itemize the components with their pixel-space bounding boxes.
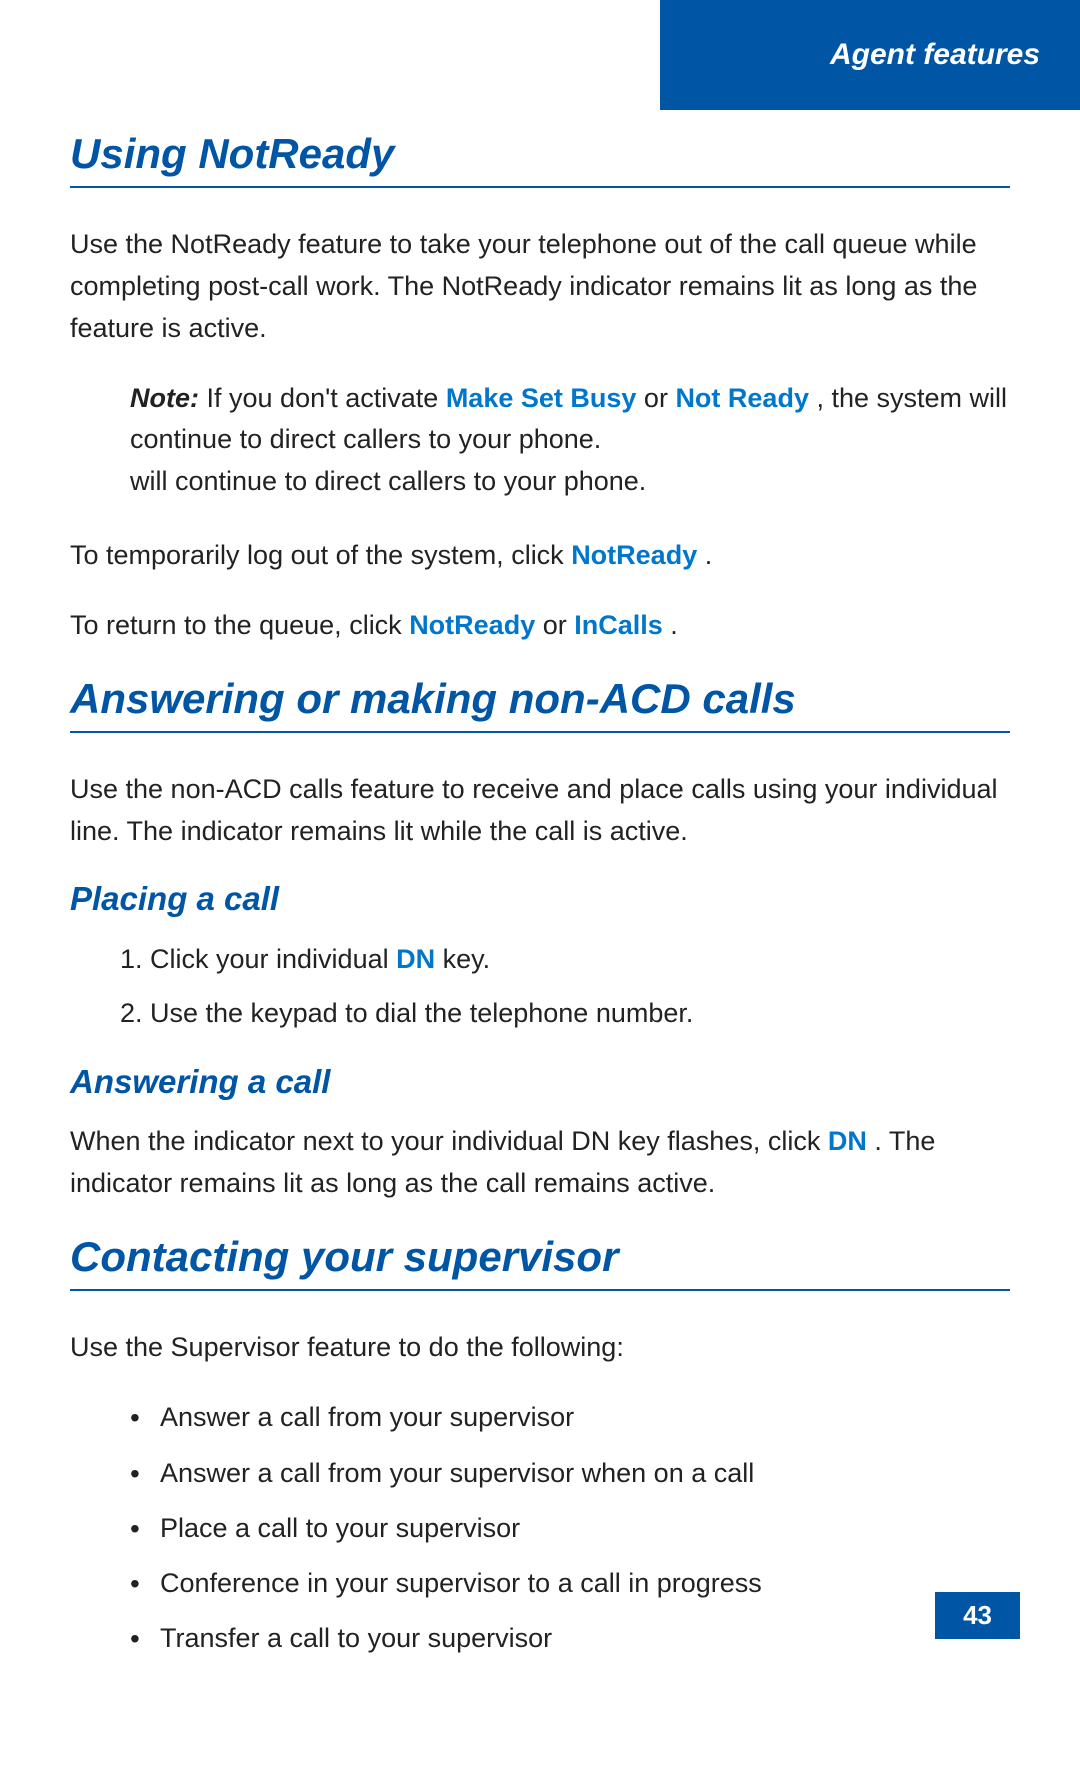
notready-body3-middle: or xyxy=(543,610,575,640)
step2-text: Use the keypad to dial the telephone num… xyxy=(150,998,693,1028)
bullet-text-4: Conference in your supervisor to a call … xyxy=(160,1568,762,1598)
note-text2: or xyxy=(644,383,676,413)
answering-call-prefix: When the indicator next to your individu… xyxy=(70,1126,828,1156)
main-content: Using NotReady Use the NotReady feature … xyxy=(0,0,1080,1788)
step1-prefix: Click your individual xyxy=(150,944,396,974)
placing-call-step1: Click your individual DN key. xyxy=(150,938,1010,981)
notready-link1: NotReady xyxy=(571,540,697,570)
answering-non-acd-heading-block: Answering or making non-ACD calls xyxy=(70,675,1010,733)
header-title: Agent features xyxy=(830,38,1040,72)
contacting-supervisor-divider xyxy=(70,1289,1010,1291)
bullet-text-5: Transfer a call to your supervisor xyxy=(160,1623,552,1653)
answering-non-acd-title: Answering or making non-ACD calls xyxy=(70,675,1010,723)
footer-page-number: 43 xyxy=(935,1592,1020,1639)
bullet-text-1: Answer a call from your supervisor xyxy=(160,1402,574,1432)
notready-body2-suffix: . xyxy=(705,540,713,570)
bullet-item-2: Answer a call from your supervisor when … xyxy=(130,1452,1010,1495)
page-number-text: 43 xyxy=(963,1600,992,1630)
header-bar: Agent features xyxy=(660,0,1080,110)
notready-body3-prefix: To return to the queue, click xyxy=(70,610,409,640)
bullet-item-3: Place a call to your supervisor xyxy=(130,1507,1010,1550)
placing-a-call-title: Placing a call xyxy=(70,880,1010,918)
section-using-notready: Using NotReady Use the NotReady feature … xyxy=(70,130,1010,647)
using-notready-title: Using NotReady xyxy=(70,130,1010,178)
bullet-text-3: Place a call to your supervisor xyxy=(160,1513,520,1543)
incalls-link: InCalls xyxy=(574,610,663,640)
bullet-item-4: Conference in your supervisor to a call … xyxy=(130,1562,1010,1605)
using-notready-divider xyxy=(70,186,1010,188)
note-label: Note: xyxy=(130,383,199,413)
step1-dn-link: DN xyxy=(396,944,435,974)
notready-body2: To temporarily log out of the system, cl… xyxy=(70,535,1010,577)
answering-call-dn-link: DN xyxy=(828,1126,867,1156)
note-continued: will continue to direct callers to your … xyxy=(130,466,646,496)
note-block: Note: If you don't activate Make Set Bus… xyxy=(130,378,1010,504)
section-answering-non-acd: Answering or making non-ACD calls Use th… xyxy=(70,675,1010,1205)
using-notready-body1: Use the NotReady feature to take your te… xyxy=(70,224,1010,350)
bullet-item-5: Transfer a call to your supervisor xyxy=(130,1617,1010,1660)
notready-body3: To return to the queue, click NotReady o… xyxy=(70,605,1010,647)
answering-non-acd-divider xyxy=(70,731,1010,733)
bullet-item-1: Answer a call from your supervisor xyxy=(130,1396,1010,1439)
note-link-not-ready: Not Ready xyxy=(675,383,809,413)
answering-call-body: When the indicator next to your individu… xyxy=(70,1121,1010,1205)
notready-body3-suffix: . xyxy=(670,610,678,640)
bullet-text-2: Answer a call from your supervisor when … xyxy=(160,1458,754,1488)
answering-a-call-title: Answering a call xyxy=(70,1063,1010,1101)
note-text1: If you don't activate xyxy=(207,383,446,413)
section-contacting-supervisor: Contacting your supervisor Use the Super… xyxy=(70,1233,1010,1661)
note-link-make-set-busy: Make Set Busy xyxy=(446,383,637,413)
supervisor-bullet-list: Answer a call from your supervisor Answe… xyxy=(130,1396,1010,1660)
using-notready-heading-block: Using NotReady xyxy=(70,130,1010,188)
placing-call-step2: Use the keypad to dial the telephone num… xyxy=(150,992,1010,1035)
notready-body2-prefix: To temporarily log out of the system, cl… xyxy=(70,540,571,570)
contacting-supervisor-body1: Use the Supervisor feature to do the fol… xyxy=(70,1327,1010,1369)
contacting-supervisor-heading-block: Contacting your supervisor xyxy=(70,1233,1010,1291)
sub-section-placing-call: Placing a call Click your individual DN … xyxy=(70,880,1010,1034)
answering-non-acd-body1: Use the non-ACD calls feature to receive… xyxy=(70,769,1010,853)
notready-link2: NotReady xyxy=(409,610,535,640)
contacting-supervisor-title: Contacting your supervisor xyxy=(70,1233,1010,1281)
sub-section-answering-call: Answering a call When the indicator next… xyxy=(70,1063,1010,1205)
placing-call-list: Click your individual DN key. Use the ke… xyxy=(150,938,1010,1034)
step1-suffix: key. xyxy=(443,944,491,974)
